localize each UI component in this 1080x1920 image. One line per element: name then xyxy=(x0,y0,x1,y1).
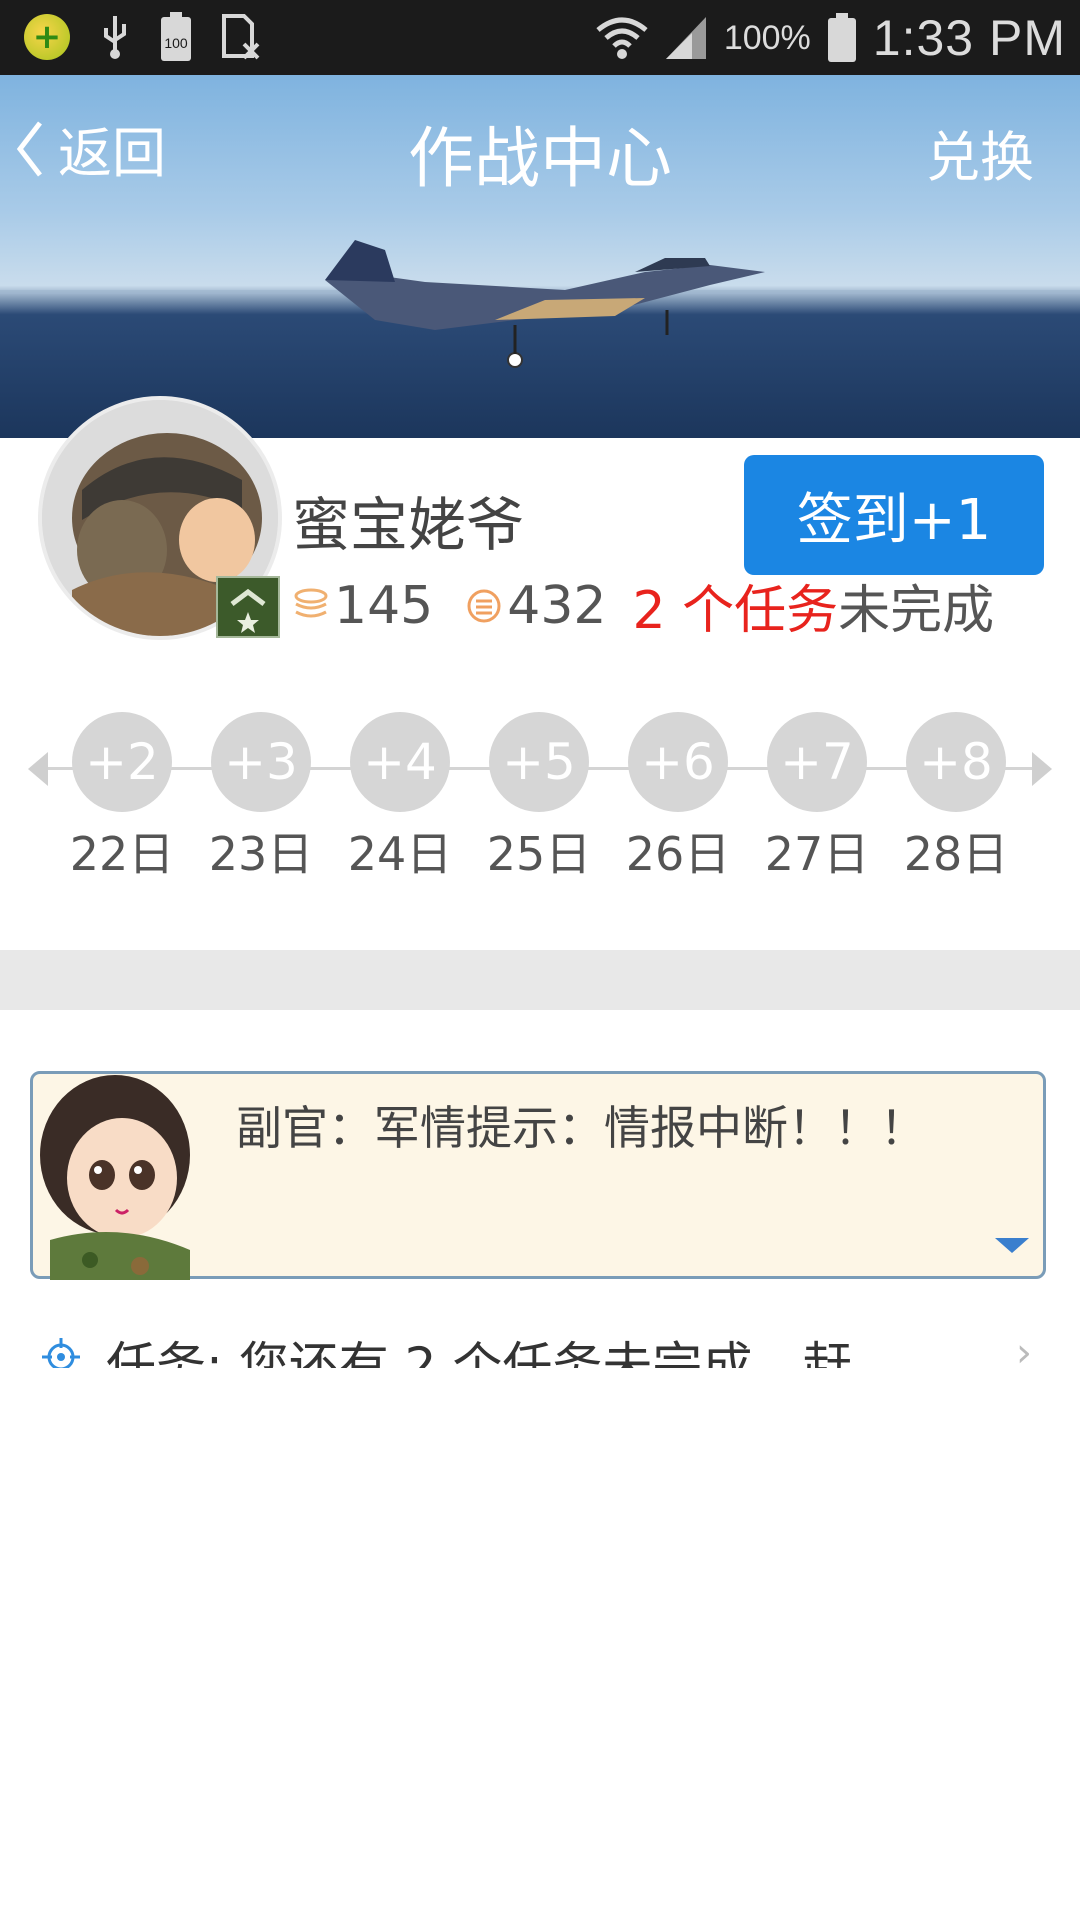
day-date: 26日 xyxy=(625,827,731,881)
adjutant-character-image xyxy=(40,1075,190,1280)
signal-icon xyxy=(665,17,706,59)
section-divider xyxy=(0,950,1080,1010)
status-bar-right: 100% 1:33 PM xyxy=(596,6,1066,70)
signin-button[interactable]: 签到+1 xyxy=(744,455,1044,575)
sim-disabled-icon xyxy=(222,14,260,60)
adjutant-message: 副官：军情提示：情报中断！！！ xyxy=(236,1101,926,1155)
page-title: 作战中心 xyxy=(408,120,672,197)
header-banner: 返回 作战中心 兑换 xyxy=(0,75,1080,438)
task-summary-text: 任务: 您还有 2 个任务未完成，赶 xyxy=(106,1337,853,1368)
app-badge-icon: + xyxy=(24,14,70,60)
status-bar: + 100 100% 1:33 PM xyxy=(0,0,1080,75)
tasks-remaining-count: 2 个任务 xyxy=(632,581,839,641)
day-bonus: +5 xyxy=(489,712,589,812)
battery-100-icon: 100 xyxy=(161,12,191,61)
exchange-button[interactable]: 兑换 xyxy=(926,113,1034,192)
day-date: 25日 xyxy=(486,827,592,881)
timeline-right-arrow-icon xyxy=(1032,752,1052,786)
timeline-day: +4 24日 xyxy=(345,712,455,884)
day-bonus: +7 xyxy=(767,712,867,812)
chevron-right-icon: › xyxy=(1016,1330,1032,1368)
timeline-left-arrow-icon xyxy=(28,752,48,786)
battery-icon xyxy=(827,13,856,62)
battery-level-text: 100 xyxy=(164,35,188,51)
gold-coin-icon xyxy=(294,588,328,617)
day-date: 23日 xyxy=(208,827,314,881)
point-count: 432 xyxy=(507,575,607,636)
usb-icon xyxy=(104,16,126,59)
timeline-day: +6 26日 xyxy=(623,712,733,884)
timeline-day: +3 23日 xyxy=(206,712,316,884)
battery-percent: 100% xyxy=(723,18,811,57)
checkin-timeline: +2 22日 +3 23日 +4 24日 +5 25日 +6 26日 +7 27… xyxy=(28,712,1052,882)
rank-badge-icon xyxy=(216,576,280,638)
day-bonus: +3 xyxy=(211,712,311,812)
day-date: 27日 xyxy=(764,827,870,881)
timeline-day: +2 22日 xyxy=(67,712,177,884)
timeline-day: +8 28日 xyxy=(901,712,1011,884)
task-summary-row[interactable]: 任务: 您还有 2 个任务未完成，赶 › xyxy=(0,1320,1080,1368)
day-bonus: +4 xyxy=(350,712,450,812)
timeline-day: +5 25日 xyxy=(484,712,594,884)
day-bonus: +8 xyxy=(906,712,1006,812)
profile-stats: 145 432 2 个任务 未完成 xyxy=(292,568,994,643)
day-bonus: +2 xyxy=(72,712,172,812)
expand-caret-icon[interactable] xyxy=(995,1238,1029,1253)
day-bonus: +6 xyxy=(628,712,728,812)
point-token-icon xyxy=(467,589,501,622)
day-date: 24日 xyxy=(347,827,453,881)
timeline-day: +7 27日 xyxy=(762,712,872,884)
target-icon xyxy=(42,1338,80,1368)
wifi-icon xyxy=(596,17,648,59)
coin-count: 145 xyxy=(334,575,434,636)
tasks-remaining-suffix: 未完成 xyxy=(838,581,995,641)
status-bar-left: + 100 xyxy=(24,12,260,62)
clock: 1:33 PM xyxy=(872,10,1066,66)
day-date: 28日 xyxy=(903,827,1009,881)
username: 蜜宝姥爷 xyxy=(292,491,525,559)
fighter-jet-image xyxy=(325,240,765,368)
day-date: 22日 xyxy=(69,827,175,881)
